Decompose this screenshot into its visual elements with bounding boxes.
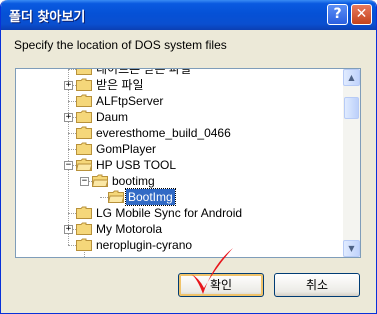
collapse-icon[interactable]: − [64, 161, 73, 170]
tree-item-label: everesthome_build_0466 [96, 126, 231, 140]
tree-item-label: My Motorola [96, 222, 163, 236]
tree-item-label: bootimg [112, 174, 155, 188]
scroll-down-button[interactable]: ▼ [343, 240, 360, 257]
close-button[interactable]: ✕ [351, 4, 372, 25]
tree-line [68, 245, 76, 246]
tree-item-label: 네이트온 받은 파일 [96, 69, 191, 76]
tree-item-label: LG Mobile Sync for Android [96, 206, 243, 220]
tree-line [68, 213, 76, 214]
tree-item[interactable]: 네이트온 받은 파일 [16, 69, 343, 77]
expand-icon[interactable]: + [64, 225, 73, 234]
folder-tree-list: 네이트온 받은 파일 + 받은 파일 ALFtpServer + Daum everesth… [16, 69, 343, 257]
expand-icon[interactable]: + [64, 81, 73, 90]
folder-open-icon [92, 174, 108, 187]
folder-open-icon [108, 190, 124, 203]
tree-item[interactable]: LG Mobile Sync for Android [16, 205, 343, 221]
tree-item[interactable]: BootImg [16, 188, 343, 206]
instruction-text: Specify the location of DOS system files [14, 38, 227, 52]
tree-item-label: HP USB TOOL [96, 158, 177, 172]
expand-icon[interactable]: + [64, 113, 73, 122]
folder-icon [76, 206, 92, 219]
tree-item[interactable]: + My Motorola [16, 221, 343, 237]
folder-icon [76, 94, 92, 107]
tree-item[interactable]: − bootimg [16, 173, 343, 189]
tree-item-label: GomPlayer [96, 142, 157, 156]
scroll-up-button[interactable]: ▲ [343, 69, 360, 86]
arrow-up-icon: ▲ [348, 73, 355, 82]
folder-icon [76, 142, 92, 155]
help-button[interactable]: ? [327, 4, 348, 25]
tree-item[interactable]: ALFtpServer [16, 93, 343, 109]
tree-line [68, 101, 76, 102]
tree-line [68, 149, 76, 150]
tree-item-label: BootImg [125, 188, 176, 206]
tree-item-label: ALFtpServer [96, 94, 164, 108]
vertical-scrollbar[interactable]: ▲ ▼ [343, 69, 360, 257]
ok-button[interactable]: 확인 [178, 273, 264, 297]
scroll-thumb[interactable] [344, 97, 359, 119]
folder-icon [76, 78, 92, 91]
tree-item-label: 받은 파일 [96, 78, 144, 92]
tree-item-label: Daum [96, 110, 129, 124]
tree-item[interactable]: − HP USB TOOL [16, 157, 343, 173]
folder-open-icon [76, 158, 92, 171]
folder-tree[interactable]: 네이트온 받은 파일 + 받은 파일 ALFtpServer + Daum everesth… [15, 68, 361, 258]
cancel-button[interactable]: 취소 [274, 273, 360, 297]
tree-item[interactable]: + 받은 파일 [16, 77, 343, 93]
folder-icon [76, 238, 92, 251]
tree-line [100, 197, 108, 198]
tree-line [68, 133, 76, 134]
arrow-down-icon: ▼ [348, 244, 355, 253]
title-bar[interactable]: 폴더 찾아보기 ? ✕ [1, 0, 376, 30]
tree-item[interactable]: everesthome_build_0466 [16, 125, 343, 141]
browse-folder-dialog: 폴더 찾아보기 ? ✕ Specify the location of DOS … [0, 0, 377, 314]
tree-item[interactable]: neroplugin-cyrano [16, 237, 343, 253]
tree-item-label: neroplugin-cyrano [96, 238, 193, 252]
folder-icon [76, 69, 92, 75]
tree-line [68, 69, 76, 70]
window-title: 폴더 찾아보기 [9, 10, 86, 25]
folder-icon [76, 110, 92, 123]
folder-icon [76, 126, 92, 139]
tree-item[interactable]: + Daum [16, 109, 343, 125]
tree-item[interactable]: GomPlayer [16, 141, 343, 157]
collapse-icon[interactable]: − [80, 177, 89, 186]
folder-icon [76, 222, 92, 235]
